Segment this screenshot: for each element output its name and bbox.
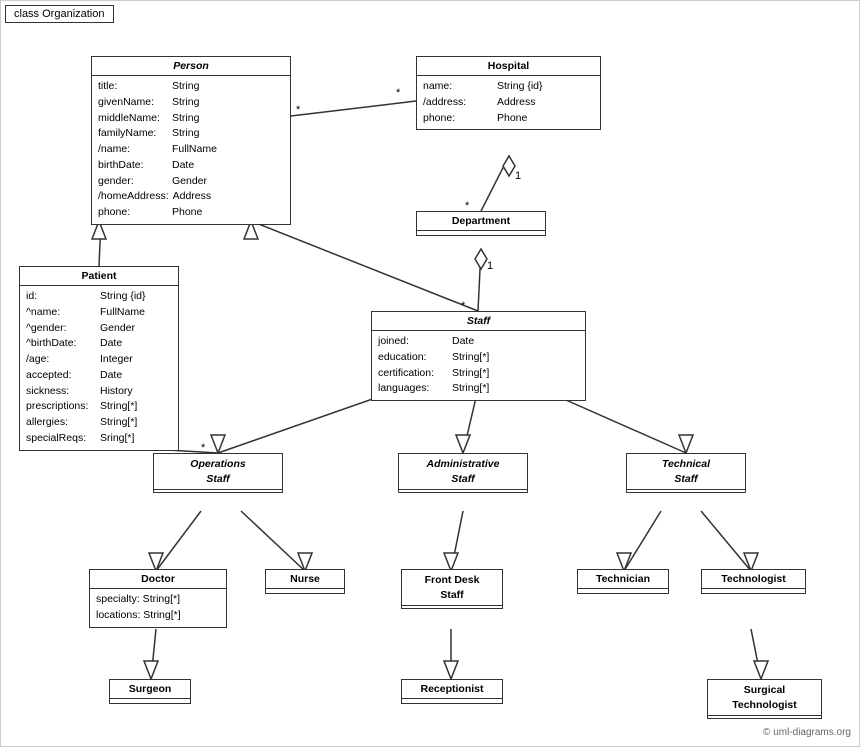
class-receptionist: Receptionist [401,679,503,704]
class-surgeon-header: Surgeon [110,680,190,699]
class-person-header: Person [92,57,290,76]
class-technologist: Technologist [701,569,806,594]
class-doctor-header: Doctor [90,570,226,589]
diagram-title: class Organization [5,5,114,23]
class-surgical-technologist-header: SurgicalTechnologist [708,680,821,716]
class-front-desk-staff: Front DeskStaff [401,569,503,609]
class-person-body: title:String givenName:String middleName… [92,76,290,224]
class-hospital-header: Hospital [417,57,600,76]
class-front-desk-staff-body [402,606,502,608]
class-technologist-header: Technologist [702,570,805,589]
class-department-body [417,231,545,235]
class-operations-staff-body [154,490,282,492]
class-operations-staff: OperationsStaff [153,453,283,493]
class-hospital: Hospital name:String {id} /address:Addre… [416,56,601,130]
class-patient-header: Patient [20,267,178,286]
class-technical-staff-header: TechnicalStaff [627,454,745,490]
class-technician-header: Technician [578,570,668,589]
copyright: © uml-diagrams.org [763,727,851,738]
class-patient: Patient id:String {id} ^name:FullName ^g… [19,266,179,451]
class-nurse: Nurse [265,569,345,594]
class-surgical-technologist: SurgicalTechnologist [707,679,822,719]
class-admin-staff-body [399,490,527,492]
diagram-container: class Organization * * 1 * 1 * * [0,0,860,747]
class-hospital-body: name:String {id} /address:Address phone:… [417,76,600,129]
class-staff-body: joined:Date education:String[*] certific… [372,331,585,400]
class-nurse-header: Nurse [266,570,344,589]
class-technician-body [578,589,668,593]
class-receptionist-header: Receptionist [402,680,502,699]
class-admin-staff: AdministrativeStaff [398,453,528,493]
svg-text:*: * [296,104,301,116]
class-doctor: Doctor specialty: String[*] locations: S… [89,569,227,628]
class-operations-staff-header: OperationsStaff [154,454,282,490]
class-technologist-body [702,589,805,593]
class-receptionist-body [402,699,502,703]
svg-text:*: * [396,87,401,99]
svg-text:1: 1 [487,260,493,272]
class-technician: Technician [577,569,669,594]
class-nurse-body [266,589,344,593]
class-surgical-technologist-body [708,716,821,718]
class-staff: Staff joined:Date education:String[*] ce… [371,311,586,401]
class-technical-staff-body [627,490,745,492]
class-front-desk-staff-header: Front DeskStaff [402,570,502,606]
class-person: Person title:String givenName:String mid… [91,56,291,225]
class-patient-body: id:String {id} ^name:FullName ^gender:Ge… [20,286,178,450]
class-department: Department [416,211,546,236]
svg-text:1: 1 [515,170,521,182]
class-admin-staff-header: AdministrativeStaff [399,454,527,490]
class-department-header: Department [417,212,545,231]
class-surgeon-body [110,699,190,703]
class-technical-staff: TechnicalStaff [626,453,746,493]
class-doctor-body: specialty: String[*] locations: String[*… [90,589,226,627]
class-staff-header: Staff [372,312,585,331]
class-surgeon: Surgeon [109,679,191,704]
